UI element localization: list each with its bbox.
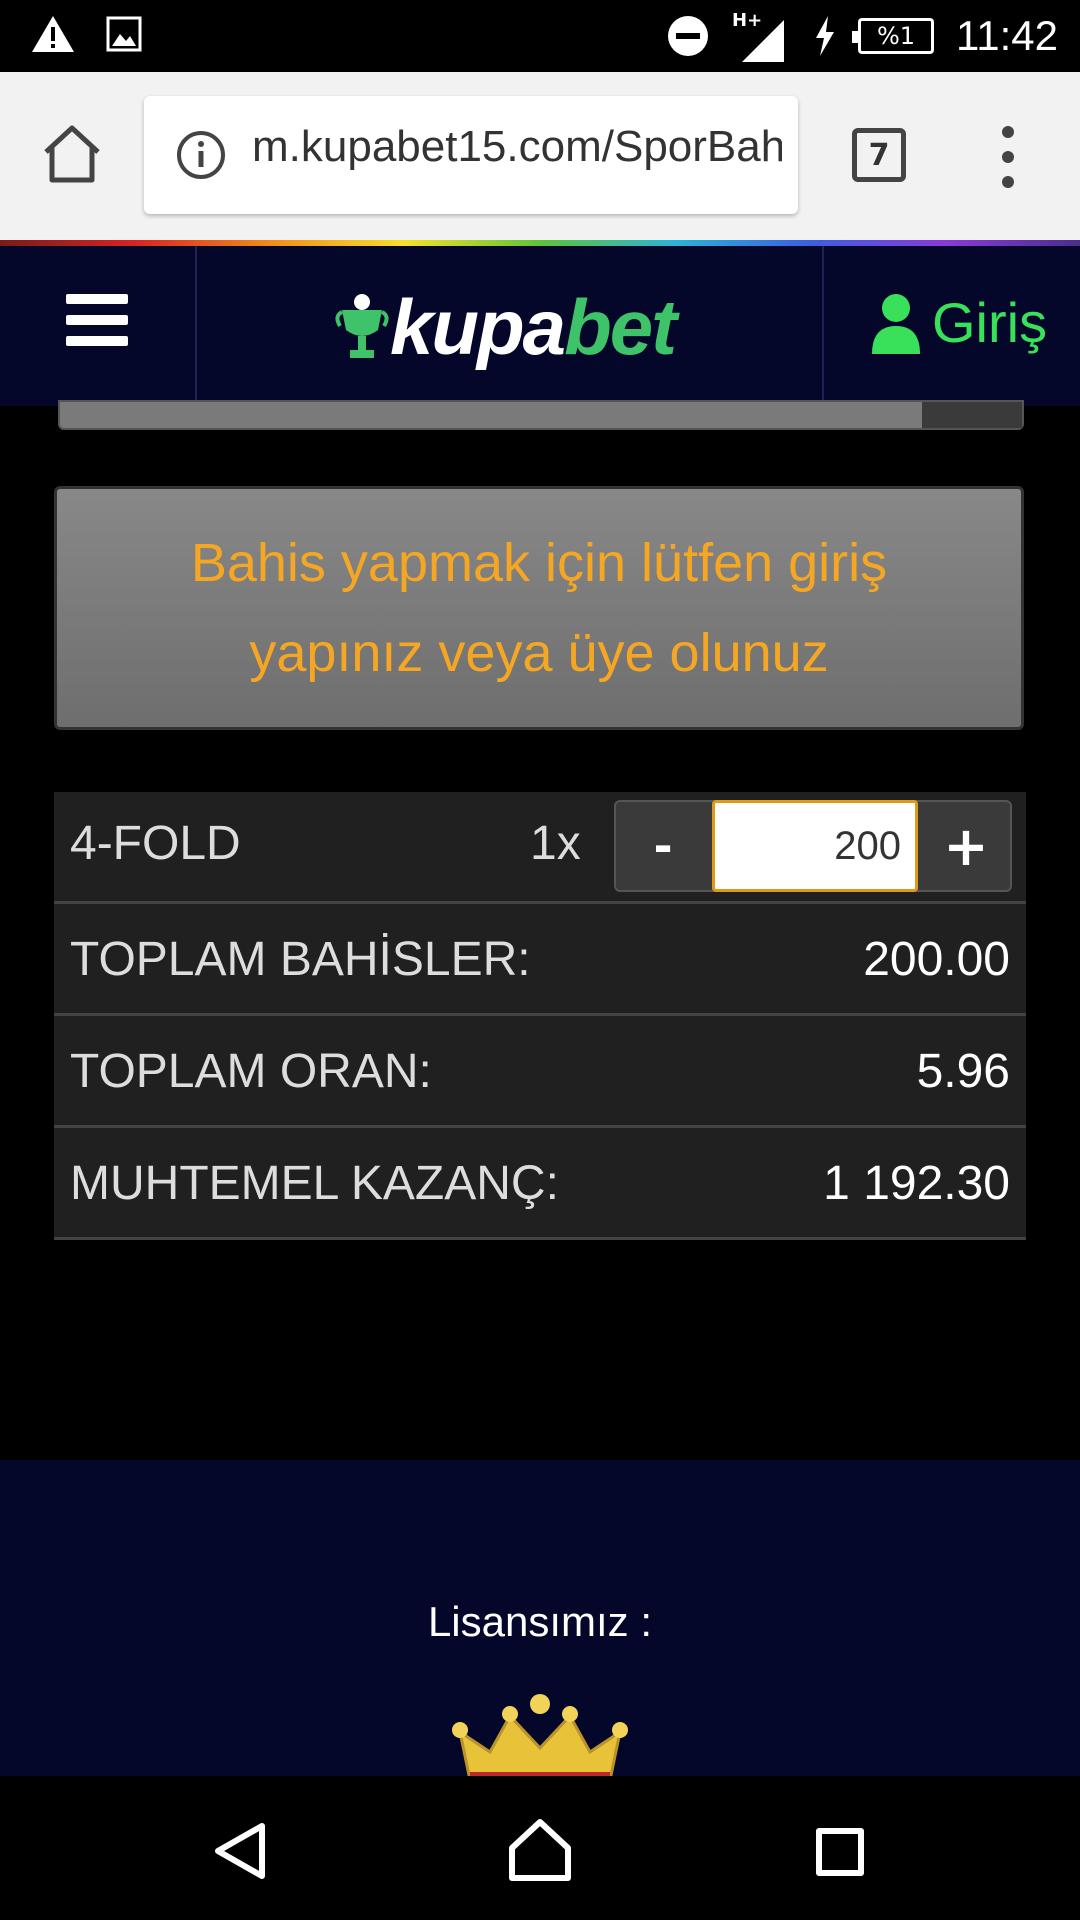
- info-icon[interactable]: [176, 130, 226, 180]
- logo-text-kupa: kupa: [390, 283, 566, 371]
- header-divider: [195, 246, 197, 406]
- clock: 11:42: [956, 12, 1058, 59]
- stake-stepper: - 200 +: [614, 800, 1012, 892]
- login-prompt-text: Bahis yapmak için lütfen giriş yapınız v…: [190, 533, 888, 683]
- potential-win-value: 1 192.30: [823, 1157, 1010, 1210]
- fold-label: 4-FOLD: [70, 817, 241, 870]
- crown-license-icon[interactable]: [450, 1692, 630, 1776]
- image-icon: [106, 16, 142, 52]
- hamburger-menu-icon[interactable]: [66, 294, 128, 346]
- logo-text-bet: bet: [564, 283, 677, 371]
- total-odds-value: 5.96: [916, 1045, 1010, 1098]
- home-icon[interactable]: [40, 122, 104, 186]
- status-bar: H+ %1 11:42: [0, 0, 1080, 72]
- header-divider: [822, 246, 824, 406]
- overflow-menu-icon[interactable]: [998, 126, 1018, 188]
- login-button[interactable]: Giriş: [870, 290, 1047, 355]
- home-nav-icon[interactable]: [508, 1818, 572, 1882]
- recent-apps-icon[interactable]: [816, 1828, 864, 1876]
- url-text[interactable]: m.kupabet15.com/SporBahis: [252, 122, 782, 172]
- charging-icon: [816, 16, 834, 56]
- main-content: Bahis yapmak için lütfen giriş yapınız v…: [14, 400, 1064, 1460]
- site-logo[interactable]: kupabet: [334, 282, 677, 373]
- login-prompt-box[interactable]: Bahis yapmak için lütfen giriş yapınız v…: [54, 486, 1024, 730]
- stake-input[interactable]: 200: [712, 800, 918, 892]
- fold-multiplier: 1x: [530, 817, 581, 870]
- user-icon: [872, 293, 920, 354]
- android-nav-bar: [0, 1776, 1080, 1920]
- bet-slip: 4-FOLD 1x - 200 + TOPLAM BAHİSLER: 200.0…: [54, 792, 1026, 1240]
- license-label: Lisansımız :: [427, 1598, 653, 1645]
- total-odds-row: TOPLAM ORAN: 5.96: [54, 1016, 1026, 1128]
- battery-text: %1: [876, 22, 916, 50]
- login-label: Giriş: [932, 291, 1048, 354]
- tab-switcher-button[interactable]: 7: [852, 128, 906, 182]
- potential-win-row: MUHTEMEL KAZANÇ: 1 192.30: [54, 1128, 1026, 1240]
- do-not-disturb-icon: [668, 16, 708, 56]
- partial-scroll-bar: [58, 400, 1024, 430]
- increase-stake-button[interactable]: +: [920, 802, 1012, 890]
- signal-icon: H+: [732, 6, 792, 66]
- site-footer: Lisansımız :: [0, 1460, 1080, 1776]
- browser-toolbar: m.kupabet15.com/SporBahis 7: [0, 72, 1080, 240]
- back-icon[interactable]: [212, 1822, 270, 1880]
- address-bar[interactable]: m.kupabet15.com/SporBahis: [144, 96, 798, 214]
- total-bets-row: TOPLAM BAHİSLER: 200.00: [54, 904, 1026, 1016]
- potential-win-label: MUHTEMEL KAZANÇ:: [70, 1157, 559, 1210]
- warning-icon: [32, 16, 74, 52]
- decrease-stake-button[interactable]: -: [616, 802, 710, 890]
- total-odds-label: TOPLAM ORAN:: [70, 1045, 432, 1098]
- total-bets-label: TOPLAM BAHİSLER:: [70, 933, 531, 986]
- trophy-icon: [335, 293, 389, 358]
- site-header: kupabet Giriş: [0, 246, 1080, 406]
- total-bets-value: 200.00: [863, 933, 1010, 986]
- tab-count: 7: [868, 137, 890, 173]
- fold-row: 4-FOLD 1x - 200 +: [54, 792, 1026, 904]
- battery-icon: %1: [852, 18, 934, 54]
